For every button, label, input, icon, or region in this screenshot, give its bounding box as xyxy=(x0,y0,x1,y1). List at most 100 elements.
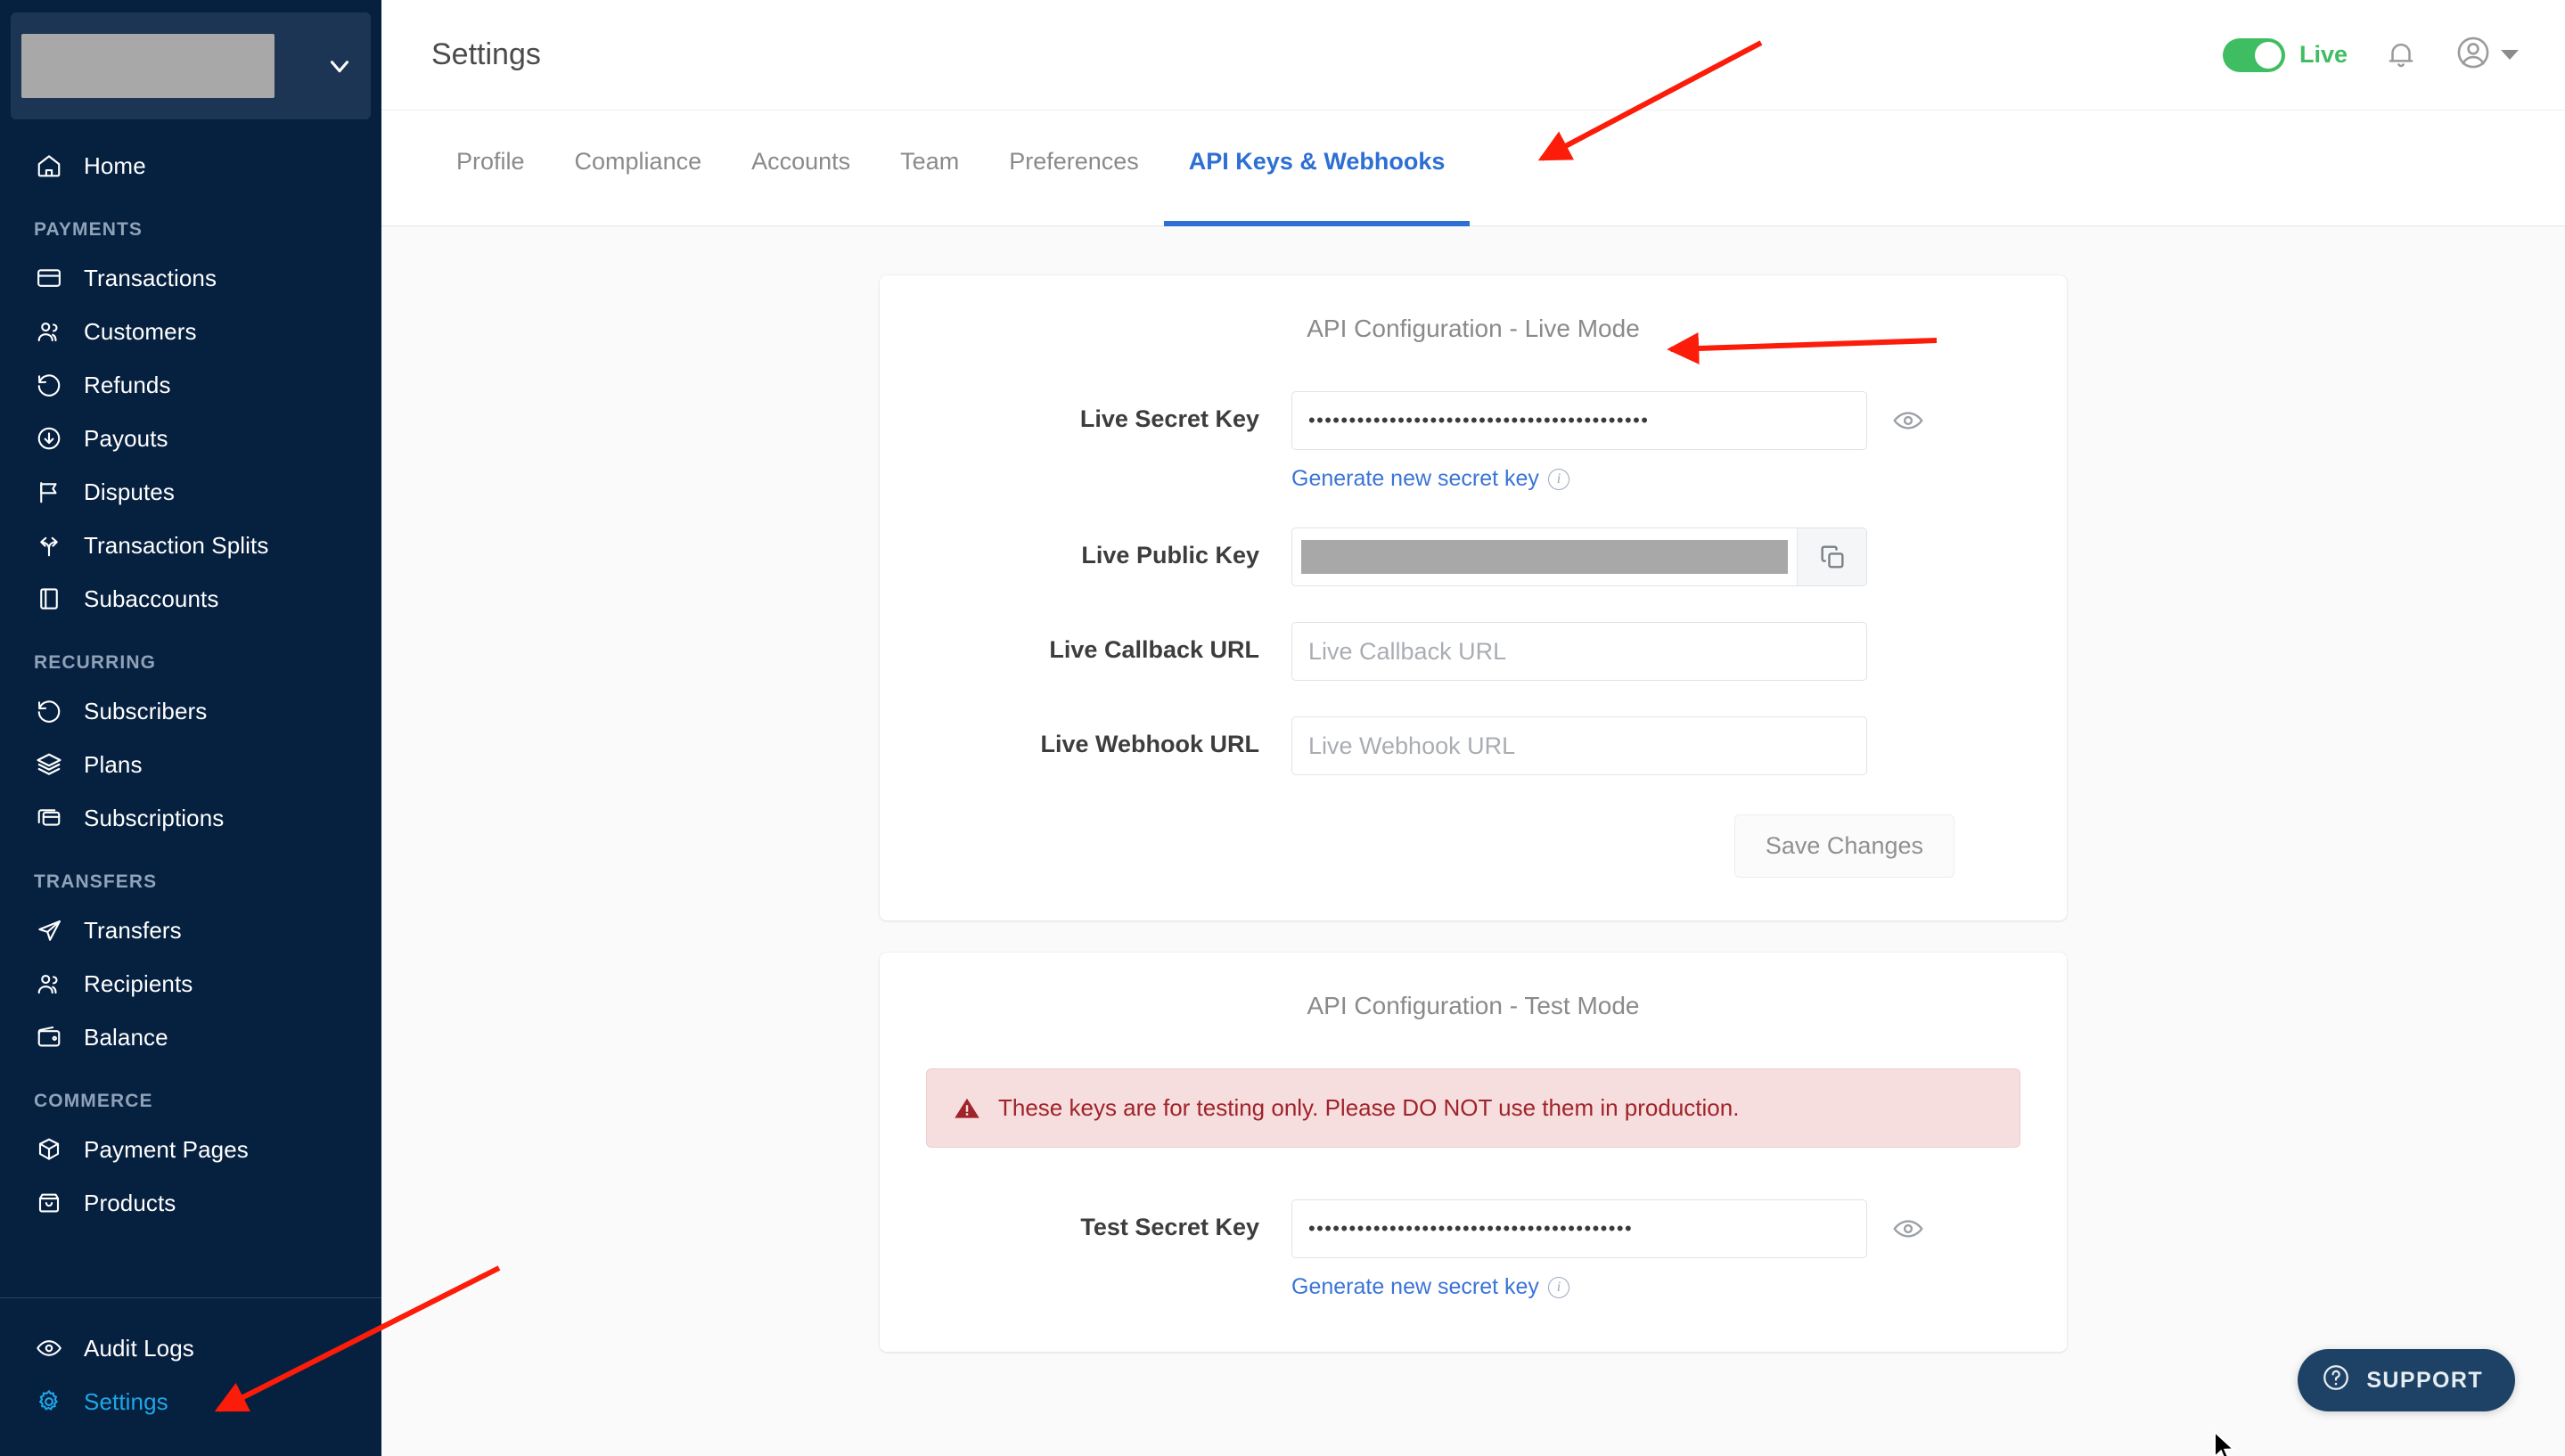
sidebar-item-transactions[interactable]: Transactions xyxy=(0,251,381,305)
sidebar-section-commerce: COMMERCE xyxy=(34,1091,153,1111)
generate-new-secret-key-link-live[interactable]: Generate new secret key i xyxy=(1291,466,1569,492)
tab-api-keys-webhooks[interactable]: API Keys & Webhooks xyxy=(1163,110,1471,226)
sidebar-item-label: Disputes xyxy=(84,478,175,505)
bell-icon[interactable] xyxy=(2381,36,2421,75)
live-public-key-label: Live Public Key xyxy=(1081,542,1259,568)
users-icon xyxy=(34,969,64,999)
topbar: Settings Live xyxy=(381,0,2565,110)
warning-icon xyxy=(955,1098,979,1118)
page-title: Settings xyxy=(431,37,541,71)
live-public-key-group xyxy=(1291,528,1867,586)
tab-accounts[interactable]: Accounts xyxy=(726,110,875,226)
sidebar-item-label: Home xyxy=(84,151,146,179)
sidebar-item-label: Payment Pages xyxy=(84,1135,249,1163)
live-webhook-url-input[interactable] xyxy=(1291,716,1867,775)
sidebar-item-disputes[interactable]: Disputes xyxy=(0,465,381,519)
sidebar-item-refunds[interactable]: Refunds xyxy=(0,358,381,412)
tab-compliance[interactable]: Compliance xyxy=(550,110,727,226)
wallet-icon xyxy=(34,1022,64,1052)
sidebar-item-label: Plans xyxy=(84,750,143,778)
tab-team[interactable]: Team xyxy=(875,110,984,226)
settings-tabs: Profile Compliance Accounts Team Prefere… xyxy=(381,110,2565,226)
sidebar-item-label: Balance xyxy=(84,1023,168,1051)
generate-link-label: Generate new secret key xyxy=(1291,466,1539,491)
app-root: Home PAYMENTS Transactions Customers Ref… xyxy=(0,0,2565,1456)
sidebar-item-subaccounts[interactable]: Subaccounts xyxy=(0,572,381,626)
test-keys-warning-banner: These keys are for testing only. Please … xyxy=(926,1068,2020,1148)
sidebar-section-payments: PAYMENTS xyxy=(34,219,143,240)
sidebar-item-plans[interactable]: Plans xyxy=(0,738,381,791)
api-configuration-test-card: API Configuration - Test Mode These keys… xyxy=(880,953,2067,1352)
sidebar-item-audit-logs[interactable]: Audit Logs xyxy=(0,1321,381,1375)
api-configuration-live-card: API Configuration - Live Mode Live Secre… xyxy=(880,275,2067,920)
sidebar-item-home[interactable]: Home xyxy=(0,139,381,192)
live-callback-url-label: Live Callback URL xyxy=(1049,636,1259,663)
send-icon xyxy=(34,915,64,945)
cards-icon xyxy=(34,803,64,833)
sidebar-item-transfers[interactable]: Transfers xyxy=(0,904,381,957)
sidebar-item-balance[interactable]: Balance xyxy=(0,1010,381,1064)
payout-icon xyxy=(34,423,64,454)
live-callback-url-row: Live Callback URL xyxy=(926,622,2020,681)
sidebar-item-label: Transactions xyxy=(84,264,217,291)
sidebar-footer: Audit Logs Settings xyxy=(0,1297,381,1456)
sidebar-item-customers[interactable]: Customers xyxy=(0,305,381,358)
sidebar-item-transaction-splits[interactable]: Transaction Splits xyxy=(0,519,381,572)
sidebar-item-recipients[interactable]: Recipients xyxy=(0,957,381,1010)
test-secret-key-input[interactable]: •••••••••••••••••••••••••••••••••••••••• xyxy=(1291,1199,1867,1258)
caret-down-icon xyxy=(2501,50,2519,60)
info-icon[interactable]: i xyxy=(1547,1276,1569,1298)
live-public-key-value[interactable] xyxy=(1292,528,1797,585)
info-icon[interactable]: i xyxy=(1547,468,1569,490)
account-menu[interactable] xyxy=(2454,34,2519,76)
sidebar-item-label: Subscriptions xyxy=(84,804,225,831)
live-card-title: API Configuration - Live Mode xyxy=(1307,315,1640,342)
test-card-title: API Configuration - Test Mode xyxy=(1307,992,1640,1019)
refund-icon xyxy=(34,696,64,726)
sidebar-item-label: Audit Logs xyxy=(84,1334,194,1362)
support-label: SUPPORT xyxy=(2366,1367,2483,1393)
chevron-down-icon[interactable] xyxy=(319,45,360,86)
org-switcher[interactable] xyxy=(11,12,371,119)
home-icon xyxy=(34,151,64,181)
live-secret-key-label: Live Secret Key xyxy=(1079,405,1259,432)
eye-icon xyxy=(34,1333,64,1363)
mode-label: Live xyxy=(2299,41,2348,68)
question-circle-icon xyxy=(2321,1362,2351,1399)
live-secret-key-row: Live Secret Key ••••••••••••••••••••••••… xyxy=(926,391,2020,492)
save-changes-button[interactable]: Save Changes xyxy=(1733,814,1954,878)
eye-icon[interactable] xyxy=(1890,1211,1926,1247)
sidebar-item-subscribers[interactable]: Subscribers xyxy=(0,684,381,738)
main-area: Settings Live Profile Compliance Account… xyxy=(381,0,2565,1456)
live-webhook-url-label: Live Webhook URL xyxy=(1040,731,1259,757)
tab-preferences[interactable]: Preferences xyxy=(984,110,1164,226)
sidebar-item-label: Settings xyxy=(84,1387,168,1415)
sidebar-item-label: Customers xyxy=(84,317,197,345)
sidebar-item-label: Transfers xyxy=(84,916,182,944)
sidebar-item-settings[interactable]: Settings xyxy=(0,1375,381,1428)
redacted-value xyxy=(1301,540,1788,574)
sidebar-section-recurring: RECURRING xyxy=(34,652,157,673)
live-secret-key-input[interactable]: ••••••••••••••••••••••••••••••••••••••••… xyxy=(1291,391,1867,450)
sidebar-item-payouts[interactable]: Payouts xyxy=(0,412,381,465)
sidebar-item-products[interactable]: Products xyxy=(0,1176,381,1230)
credit-card-icon xyxy=(34,263,64,293)
test-secret-key-row: Test Secret Key ••••••••••••••••••••••••… xyxy=(926,1199,2020,1300)
toggle-knob xyxy=(2254,41,2282,69)
eye-icon[interactable] xyxy=(1890,403,1926,438)
refund-icon xyxy=(34,370,64,400)
toggle-switch[interactable] xyxy=(2222,37,2285,72)
sidebar-item-payment-pages[interactable]: Payment Pages xyxy=(0,1123,381,1176)
sidebar-item-label: Products xyxy=(84,1189,176,1216)
copy-icon[interactable] xyxy=(1797,528,1866,585)
sidebar: Home PAYMENTS Transactions Customers Ref… xyxy=(0,0,381,1456)
live-test-mode-toggle[interactable]: Live xyxy=(2222,37,2348,72)
support-button[interactable]: SUPPORT xyxy=(2298,1349,2515,1411)
live-callback-url-input[interactable] xyxy=(1291,622,1867,681)
tab-profile[interactable]: Profile xyxy=(431,110,550,226)
sidebar-item-label: Subaccounts xyxy=(84,585,219,612)
sidebar-section-transfers: TRANSFERS xyxy=(34,871,158,892)
generate-new-secret-key-link-test[interactable]: Generate new secret key i xyxy=(1291,1274,1569,1300)
box-icon xyxy=(34,1134,64,1165)
sidebar-item-subscriptions[interactable]: Subscriptions xyxy=(0,791,381,845)
